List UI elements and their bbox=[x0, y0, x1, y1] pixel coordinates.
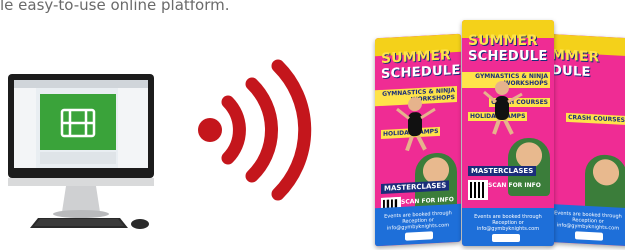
brand-logo bbox=[575, 231, 603, 241]
poster-scan: SCAN FOR INFO bbox=[488, 182, 541, 189]
gymnast-photo bbox=[483, 81, 523, 135]
poster-right: MMER DULE CRASH COURSES Events are booke… bbox=[545, 33, 625, 247]
qr-code-icon bbox=[468, 180, 488, 200]
poster-footer-text: Events are booked through Reception or i… bbox=[554, 210, 622, 232]
poster-footer-text: Events are booked through Reception or i… bbox=[474, 214, 542, 232]
poster-title: SUMMER SCHEDULE bbox=[381, 47, 461, 82]
poster-center: SUMMER SCHEDULE GYMNASTICS & NINJA WORKS… bbox=[462, 20, 554, 246]
desktop-computer-icon bbox=[8, 74, 154, 229]
brand-logo bbox=[492, 234, 520, 242]
brand-logo bbox=[405, 231, 433, 241]
wireless-signal-icon bbox=[198, 59, 312, 201]
gymnast-photo bbox=[396, 97, 436, 152]
child-photo bbox=[585, 153, 625, 215]
poster-title: SUMMER SCHEDULE bbox=[468, 33, 548, 65]
poster-title: MMER DULE bbox=[551, 47, 600, 81]
poster-masterclass: MASTERCLASES bbox=[468, 166, 537, 176]
tagline-text: le easy-to-use online platform. bbox=[0, 0, 230, 14]
poster-left: SUMMER SCHEDULE GYMNASTICS & NINJA WORKS… bbox=[375, 33, 461, 247]
poster-footer-text: Events are booked through Reception or i… bbox=[384, 210, 452, 232]
poster-tag-courses: CRASH COURSES bbox=[566, 112, 625, 126]
